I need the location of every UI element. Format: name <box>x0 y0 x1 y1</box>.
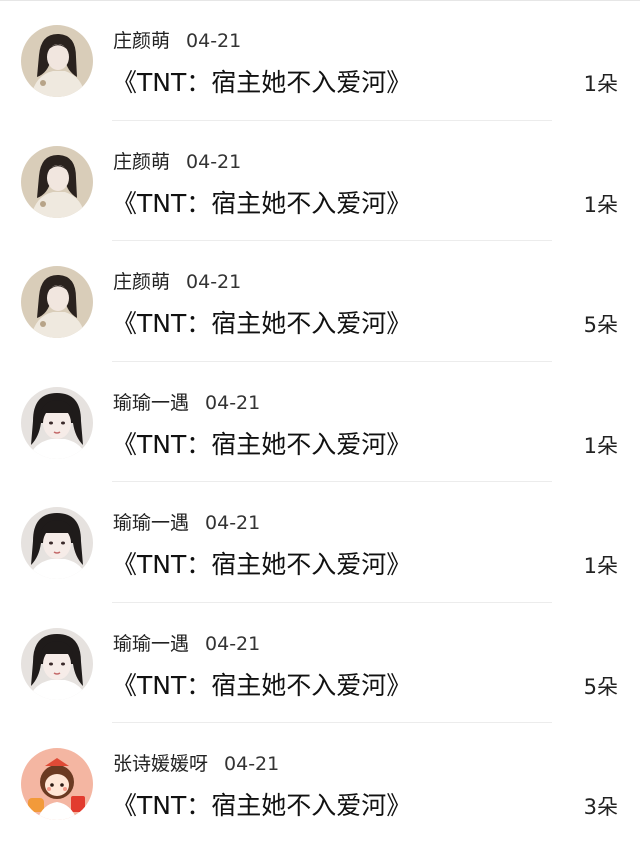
book-title[interactable]: 《TNT：宿主她不入爱河》 <box>112 187 411 221</box>
username[interactable]: 张诗媛媛呀 <box>113 753 208 775</box>
gift-record-list: 庄颜萌 04-21 《TNT：宿主她不入爱河》 1朵 庄颜萌 04-21 《TNT：… <box>0 0 640 844</box>
flower-count: 1朵 <box>583 192 618 217</box>
flower-count: 1朵 <box>583 72 618 96</box>
username[interactable]: 瑜瑜一遇 <box>113 512 189 534</box>
username[interactable]: 瑜瑜一遇 <box>113 633 189 655</box>
avatar-user-c <box>21 748 93 820</box>
avatar[interactable] <box>21 507 93 579</box>
record-date: 04-21 <box>224 753 280 775</box>
username[interactable]: 庄颜萌 <box>113 30 170 52</box>
flower-count: 3朵 <box>583 795 618 819</box>
list-item[interactable]: 庄颜萌 04-21 《TNT：宿主她不入爱河》 5朵 <box>0 241 640 362</box>
record-meta: 庄颜萌 04-21 <box>113 269 241 295</box>
avatar[interactable] <box>21 25 93 97</box>
avatar[interactable] <box>21 145 93 218</box>
avatar-user-a <box>21 25 93 97</box>
list-item[interactable]: 庄颜萌 04-21 《TNT：宿主她不入爱河》 1朵 <box>0 121 640 241</box>
list-item[interactable]: 瑜瑜一遇 04-21 《TNT：宿主她不入爱河》 1朵 <box>0 362 640 482</box>
book-title[interactable]: 《TNT：宿主她不入爱河》 <box>112 307 411 341</box>
book-title[interactable]: 《TNT：宿主她不入爱河》 <box>112 428 411 462</box>
record-meta: 张诗媛媛呀 04-21 <box>113 751 279 777</box>
avatar[interactable] <box>21 748 93 820</box>
record-date: 04-21 <box>186 30 242 52</box>
record-date: 04-21 <box>205 632 261 655</box>
book-title[interactable]: 《TNT：宿主她不入爱河》 <box>112 66 411 100</box>
avatar-user-b <box>21 386 93 459</box>
record-date: 04-21 <box>205 391 261 414</box>
flower-count: 1朵 <box>583 433 618 458</box>
list-item[interactable]: 瑜瑜一遇 04-21 《TNT：宿主她不入爱河》 1朵 <box>0 482 640 603</box>
book-title[interactable]: 《TNT：宿主她不入爱河》 <box>112 669 411 703</box>
flower-count: 5朵 <box>583 674 618 699</box>
record-meta: 庄颜萌 04-21 <box>113 149 241 175</box>
avatar-user-b <box>21 627 93 700</box>
avatar[interactable] <box>21 266 93 338</box>
list-item[interactable]: 瑜瑜一遇 04-21 《TNT：宿主她不入爱河》 5朵 <box>0 603 640 723</box>
record-date: 04-21 <box>186 271 242 293</box>
flower-count: 5朵 <box>583 313 618 337</box>
record-meta: 瑜瑜一遇 04-21 <box>113 631 260 657</box>
avatar-user-b <box>21 507 93 579</box>
record-meta: 瑜瑜一遇 04-21 <box>113 510 260 536</box>
book-title[interactable]: 《TNT：宿主她不入爱河》 <box>112 789 411 823</box>
book-title[interactable]: 《TNT：宿主她不入爱河》 <box>112 548 411 582</box>
avatar[interactable] <box>21 627 93 700</box>
avatar[interactable] <box>21 386 93 459</box>
username[interactable]: 庄颜萌 <box>113 271 170 293</box>
flower-count: 1朵 <box>583 554 618 578</box>
username[interactable]: 瑜瑜一遇 <box>113 392 189 414</box>
list-item[interactable]: 张诗媛媛呀 04-21 《TNT：宿主她不入爱河》 3朵 <box>0 723 640 844</box>
record-date: 04-21 <box>186 150 242 173</box>
record-meta: 庄颜萌 04-21 <box>113 28 241 54</box>
avatar-user-a <box>21 145 93 218</box>
list-item[interactable]: 庄颜萌 04-21 《TNT：宿主她不入爱河》 1朵 <box>0 0 640 121</box>
record-meta: 瑜瑜一遇 04-21 <box>113 390 260 416</box>
record-date: 04-21 <box>205 512 261 534</box>
avatar-user-a <box>21 266 93 338</box>
username[interactable]: 庄颜萌 <box>113 151 170 173</box>
